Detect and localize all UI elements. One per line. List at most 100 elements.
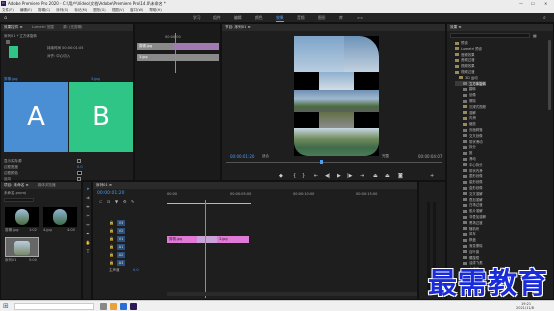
menu-help[interactable]: 帮助(H) bbox=[149, 8, 161, 12]
effects-tree-item[interactable]: 拆分 bbox=[455, 144, 476, 149]
ripple-edit-tool-icon[interactable]: ⇹ bbox=[85, 204, 91, 210]
close-button[interactable]: ✕ bbox=[544, 0, 547, 7]
program-scrubber[interactable] bbox=[226, 162, 442, 163]
menu-marker[interactable]: 标记(M) bbox=[74, 8, 87, 12]
mini-transition[interactable] bbox=[173, 43, 219, 50]
timeline-timecode[interactable]: 00:00:01:20 bbox=[97, 191, 124, 196]
effects-tree-item[interactable]: 螺旋框 bbox=[455, 255, 479, 260]
workspace-learn[interactable]: 学习 bbox=[193, 15, 201, 21]
effects-tree-item[interactable]: 音频效果 bbox=[455, 52, 475, 57]
effects-tree-item[interactable]: 翻转 bbox=[455, 86, 476, 91]
effects-tree-item[interactable]: 推 bbox=[455, 150, 472, 155]
menu-sequence[interactable]: 序列(S) bbox=[56, 8, 68, 12]
track-label[interactable]: V3 bbox=[117, 220, 125, 226]
quality-dropdown[interactable]: 完整 bbox=[382, 154, 389, 159]
effects-tree-item[interactable]: 视频过渡 bbox=[455, 69, 475, 74]
lock-icon[interactable]: 🔒 bbox=[109, 260, 114, 265]
effects-tree-item[interactable]: 盒形划像 bbox=[455, 185, 483, 190]
mini-clip-a[interactable]: 剪辑.jpg bbox=[137, 43, 173, 50]
go-to-in-icon[interactable]: ⇤ bbox=[314, 173, 318, 179]
browser-icon[interactable] bbox=[120, 303, 127, 310]
duration-label[interactable]: 持续时间 00:00:01:05 bbox=[47, 46, 83, 51]
menu-graphics[interactable]: 图形(G) bbox=[93, 8, 105, 12]
project-search-input[interactable] bbox=[4, 198, 34, 202]
workspace-editing[interactable]: 编辑 bbox=[234, 15, 242, 21]
tab-media-browser[interactable]: 媒体浏览器 bbox=[38, 183, 56, 187]
lock-icon[interactable]: 🔒 bbox=[109, 252, 114, 257]
play-transition-button[interactable] bbox=[6, 40, 10, 44]
effects-tree-item[interactable]: 中心拆分 bbox=[455, 162, 483, 167]
wrench-icon[interactable]: ✎ bbox=[131, 199, 134, 204]
project-item-thumb-1[interactable] bbox=[5, 207, 39, 227]
border-width-value[interactable]: 0.0 bbox=[77, 165, 83, 169]
opt-show-source[interactable]: 显示实际源 bbox=[4, 159, 22, 164]
workspace-graphics[interactable]: 图形 bbox=[318, 15, 326, 21]
tab-source[interactable]: 源: (无剪辑) bbox=[63, 25, 83, 29]
workspace-effects[interactable]: 效果 bbox=[276, 15, 284, 22]
selection-tool-icon[interactable]: ➤ bbox=[85, 186, 91, 192]
show-source-checkbox[interactable] bbox=[77, 159, 81, 163]
effects-scrollbar[interactable] bbox=[548, 40, 551, 110]
step-back-icon[interactable]: ◀| bbox=[325, 173, 331, 179]
task-view-icon[interactable] bbox=[100, 303, 107, 310]
add-marker-timeline-icon[interactable]: ▼ bbox=[115, 199, 118, 204]
alignment-label[interactable]: 对齐: 中心切入 bbox=[47, 54, 70, 59]
premiere-taskbar-icon[interactable] bbox=[130, 303, 137, 310]
effects-tree-item[interactable]: 预设 bbox=[455, 40, 468, 45]
tab-project[interactable]: 项目: 未命名 ≡ bbox=[4, 183, 28, 187]
project-item-thumb-3[interactable] bbox=[5, 237, 39, 257]
workspace-more[interactable]: >> bbox=[357, 15, 363, 20]
snap-icon[interactable]: ⊂ bbox=[99, 199, 102, 204]
mark-in-icon[interactable]: { bbox=[293, 173, 296, 179]
taskbar-search-box[interactable] bbox=[14, 303, 94, 310]
menu-file[interactable]: 文件(F) bbox=[2, 8, 14, 12]
timeline-transition[interactable] bbox=[197, 236, 217, 243]
play-icon[interactable]: ▶ bbox=[337, 173, 341, 179]
effects-tree-item[interactable]: 划像 bbox=[455, 92, 476, 97]
track-label[interactable]: A3 bbox=[117, 260, 125, 266]
effects-tree-item[interactable]: 滑动 bbox=[455, 156, 476, 161]
menu-edit[interactable]: 编辑(E) bbox=[20, 8, 32, 12]
lock-icon[interactable]: 🔒 bbox=[109, 244, 114, 249]
mini-clip-b[interactable]: 3.jpg bbox=[137, 54, 219, 61]
menu-window[interactable]: 窗口(W) bbox=[130, 8, 143, 12]
effects-tree-item[interactable]: 音频过渡 bbox=[455, 57, 475, 62]
settings-icon[interactable]: ⚙ bbox=[123, 199, 127, 204]
timeline-clip-1[interactable]: 剪辑.jpg bbox=[167, 236, 197, 243]
effects-tree-item[interactable]: 带状内滑 bbox=[455, 168, 483, 173]
effects-tree-item[interactable]: 带状滑动 bbox=[455, 139, 483, 144]
timeline-playhead[interactable] bbox=[205, 200, 206, 298]
pen-tool-icon[interactable]: ✒ bbox=[85, 231, 91, 237]
effects-tree-item[interactable]: 非叠加溶解 bbox=[455, 214, 486, 219]
effects-tree-item[interactable]: 视频效果 bbox=[455, 63, 475, 68]
lock-icon[interactable]: 🔒 bbox=[109, 220, 114, 225]
lift-icon[interactable]: ⏏ bbox=[373, 173, 378, 179]
menu-view[interactable]: 视图(V) bbox=[112, 8, 124, 12]
extract-icon[interactable]: ⏏ bbox=[385, 173, 390, 179]
effects-tree-item[interactable]: 随机块 bbox=[455, 226, 479, 231]
step-forward-icon[interactable]: |▶ bbox=[347, 173, 353, 179]
track-label[interactable]: A2 bbox=[117, 252, 125, 258]
track-select-tool-icon[interactable]: ⇉ bbox=[85, 195, 91, 201]
effects-tree-item[interactable]: 交叉溶解 bbox=[455, 191, 483, 196]
hand-tool-icon[interactable]: ✋ bbox=[85, 240, 91, 246]
add-button-icon[interactable]: + bbox=[430, 173, 434, 179]
track-label[interactable]: A1 bbox=[117, 244, 125, 250]
menu-clip[interactable]: 剪辑(C) bbox=[38, 8, 50, 12]
mark-out-icon[interactable]: } bbox=[302, 173, 305, 179]
effects-tree-item[interactable]: 渐变擦除 bbox=[455, 243, 483, 248]
linked-selection-icon[interactable]: ⊡ bbox=[107, 199, 110, 204]
project-item-name-1[interactable]: 剪辑.jpg bbox=[5, 228, 19, 233]
effects-tree-item[interactable]: 3D 运动 bbox=[455, 75, 478, 80]
type-tool-icon[interactable]: T bbox=[85, 249, 91, 255]
workspace-audio[interactable]: 音频 bbox=[297, 15, 305, 21]
effects-tree-item[interactable]: 页面剥落 bbox=[455, 127, 483, 132]
track-label[interactable]: V2 bbox=[117, 228, 125, 234]
fit-dropdown[interactable]: 适合 bbox=[262, 154, 269, 159]
effects-tree-item[interactable]: 黑场过渡 bbox=[455, 220, 483, 225]
timeline-hscroll[interactable] bbox=[167, 292, 417, 296]
effects-filter-icon[interactable]: ▦ bbox=[533, 33, 537, 38]
effects-tree-item[interactable]: 立方体旋转 bbox=[455, 80, 486, 86]
effects-tree-item[interactable]: 胶片溶解 bbox=[455, 208, 483, 213]
program-timecode-current[interactable]: 00:00:01:20 bbox=[230, 154, 254, 159]
